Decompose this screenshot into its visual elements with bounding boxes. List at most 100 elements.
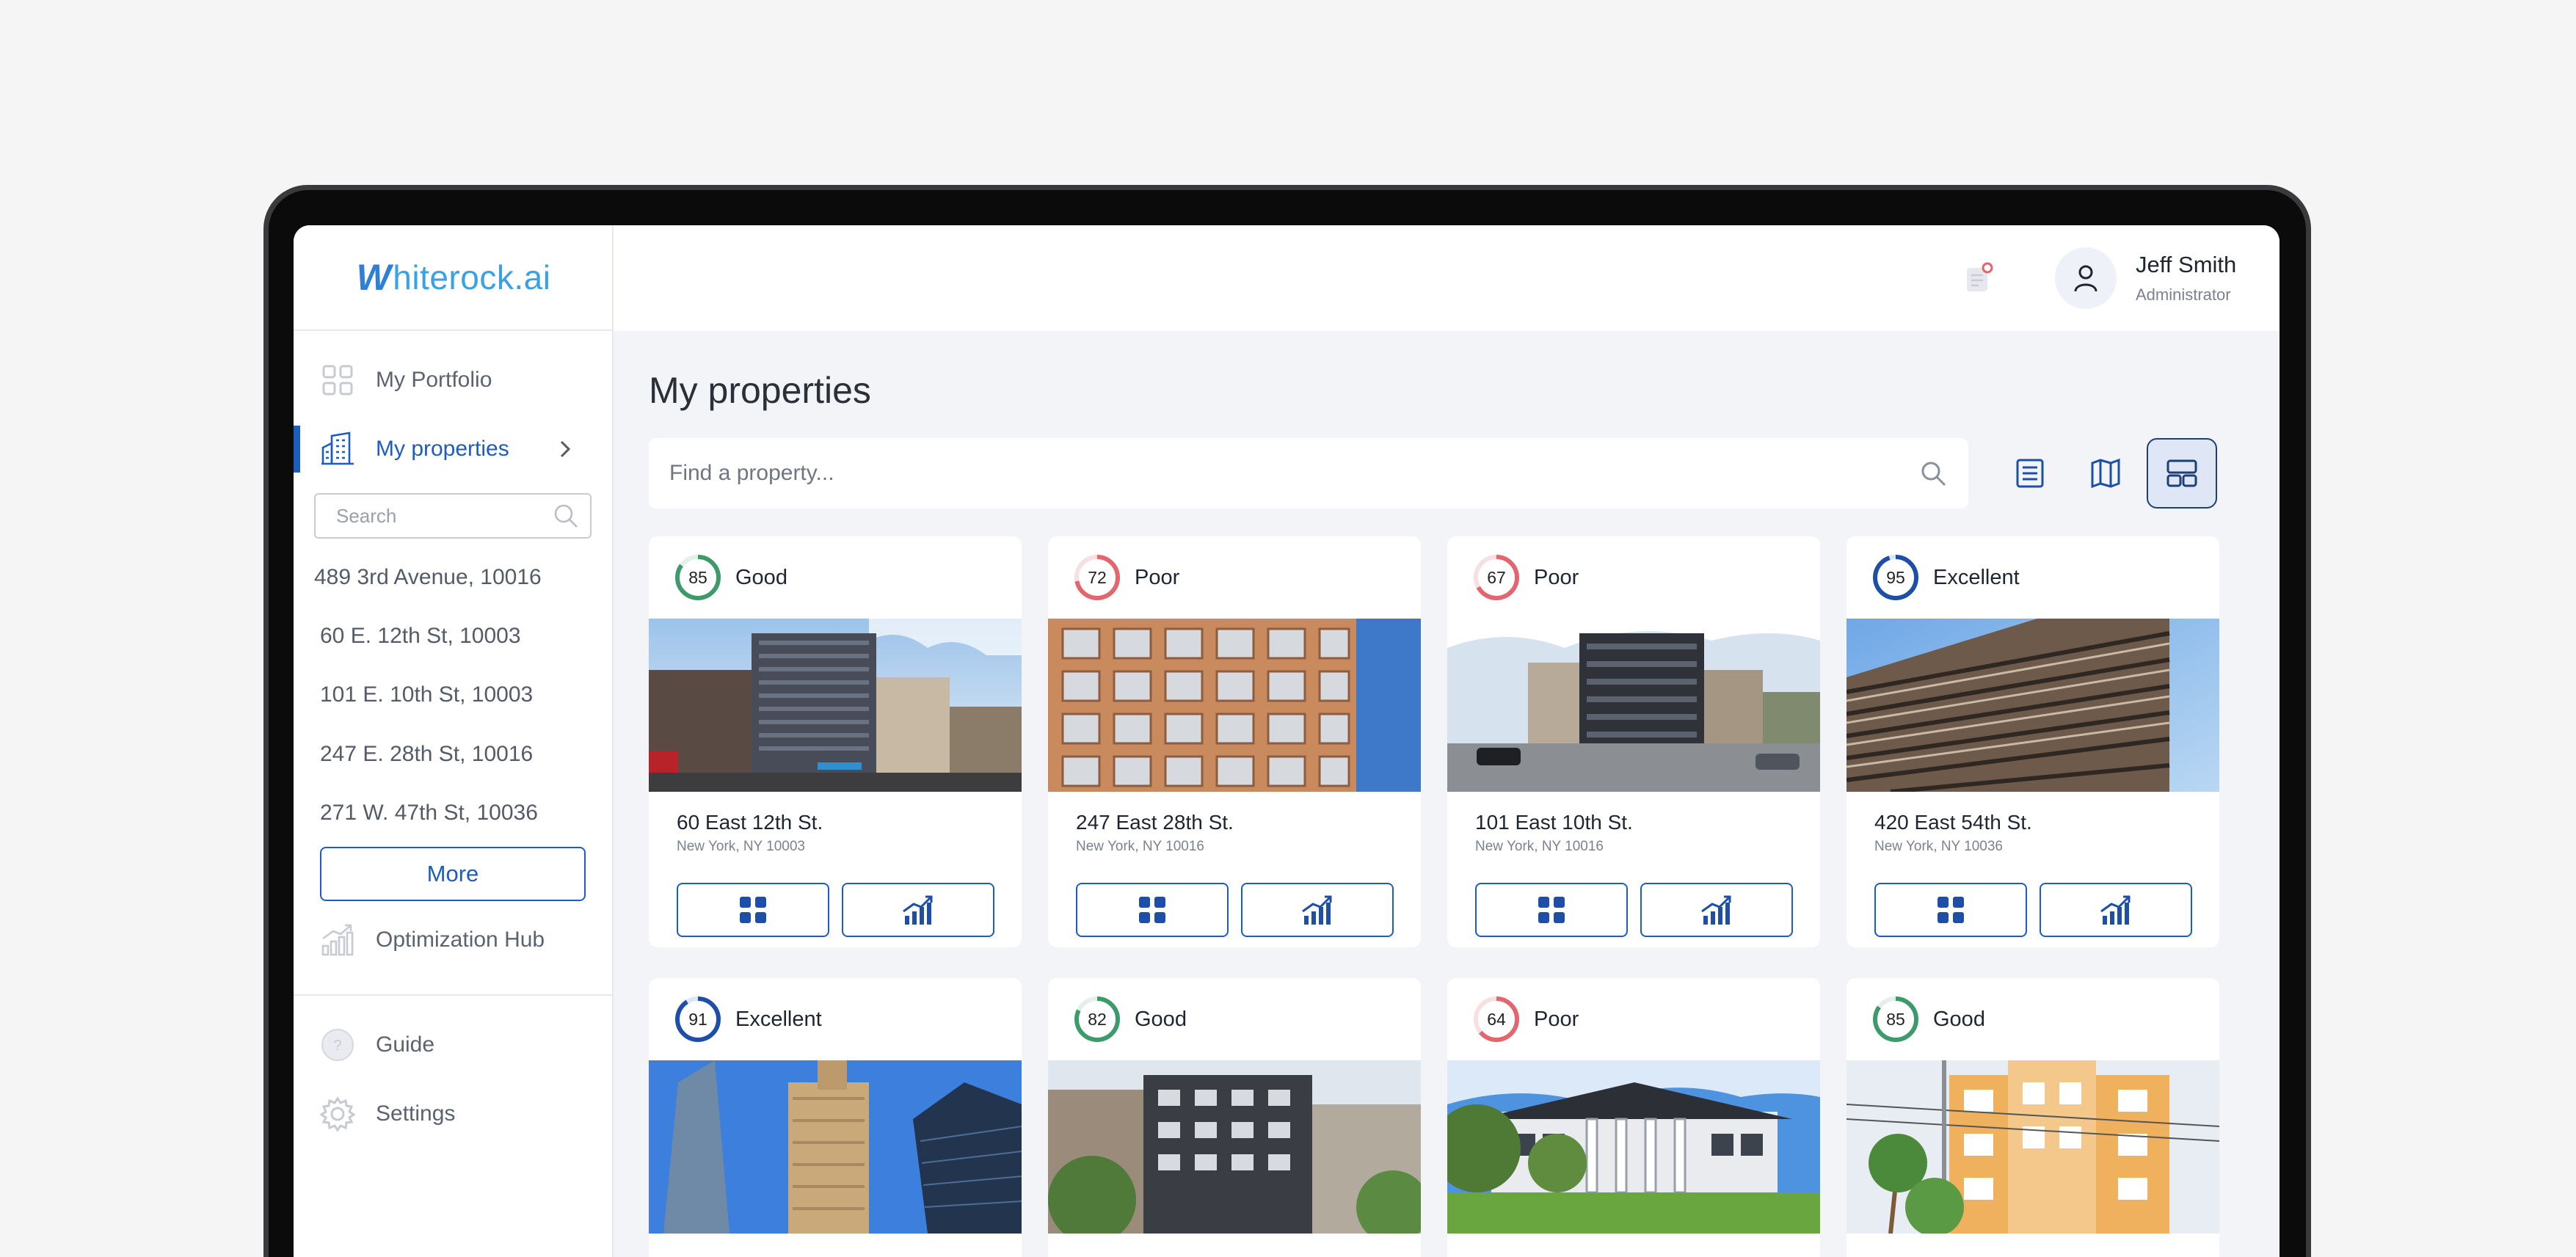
portfolio-button[interactable] [1874, 883, 2027, 937]
rating-label: Good [1135, 1007, 1187, 1031]
grid-icon [1538, 897, 1565, 923]
optimization-button[interactable] [1241, 883, 1394, 937]
score-value: 85 [688, 567, 707, 587]
rating-label: Poor [1135, 565, 1180, 589]
rating-label: Good [1933, 1007, 1985, 1031]
sidebar-item-label: Settings [376, 1101, 456, 1126]
sidebar-item-optimization-hub[interactable]: Optimization Hub [294, 911, 614, 969]
score-gauge: 85 [674, 553, 722, 602]
logo-area: W hiterock.ai [294, 225, 614, 331]
sidebar-search-input[interactable]: Search [314, 493, 592, 539]
property-card[interactable]: 95 Excellent 420 East 54th St. New York,… [1847, 536, 2219, 947]
sidebar-divider [294, 994, 614, 996]
chart-up-icon [2100, 895, 2131, 925]
avatar[interactable] [2055, 247, 2117, 309]
property-photo [1847, 1060, 2219, 1234]
property-address: 420 East 54th St. [1874, 811, 2032, 834]
property-address: 60 East 12th St. [677, 811, 823, 834]
rating-label: Excellent [1933, 565, 2020, 589]
property-city: New York, NY 10016 [1076, 839, 1204, 854]
sidebar-item-settings[interactable]: Settings [294, 1085, 614, 1143]
map-view-button[interactable] [2070, 438, 2141, 509]
property-card[interactable]: 64 Poor [1447, 978, 1820, 1257]
chart-up-icon [1302, 895, 1332, 925]
chart-up-icon [320, 922, 355, 958]
property-search-placeholder: Find a property... [669, 461, 834, 485]
sidebar-item-guide[interactable]: ? Guide [294, 1016, 614, 1074]
property-photo [649, 619, 1022, 792]
logo[interactable]: W hiterock.ai [357, 256, 551, 299]
sidebar-item-label: Guide [376, 1032, 435, 1057]
sidebar-address-item[interactable]: 489 3rd Avenue, 10016 [314, 552, 593, 603]
score-gauge: 85 [1871, 995, 1920, 1043]
sidebar-address-item[interactable]: 271 W. 47th St, 10036 [320, 787, 599, 839]
sidebar-item-my-portfolio[interactable]: My Portfolio [294, 351, 614, 409]
user-name: Jeff Smith [2136, 252, 2237, 277]
help-circle-icon: ? [320, 1027, 355, 1063]
score-gauge: 67 [1472, 553, 1521, 602]
portfolio-button[interactable] [677, 883, 829, 937]
property-photo [1447, 619, 1820, 792]
score-value: 85 [1886, 1009, 1905, 1029]
score-value: 91 [688, 1009, 707, 1029]
property-card[interactable]: 72 Poor 247 East 28th St. New York, NY 1… [1048, 536, 1421, 947]
property-address: 247 East 28th St. [1076, 811, 1234, 834]
score-gauge: 64 [1472, 995, 1521, 1043]
cards-icon [2166, 459, 2197, 487]
rating-label: Poor [1534, 1007, 1579, 1031]
score-gauge: 95 [1871, 553, 1920, 602]
property-card[interactable]: 85 Good [1847, 978, 2219, 1257]
score-header: 91 Excellent [649, 978, 1022, 1060]
grid-icon [320, 362, 355, 398]
card-body: 420 East 54th St. New York, NY 10036 [1847, 792, 2219, 947]
score-header: 64 Poor [1447, 978, 1820, 1060]
score-header: 85 Good [649, 536, 1022, 619]
grid-icon [740, 897, 766, 923]
portfolio-button[interactable] [1475, 883, 1628, 937]
sidebar-address-item[interactable]: 247 E. 28th St, 10016 [320, 729, 599, 780]
notification-icon[interactable] [1964, 262, 1993, 294]
property-card[interactable]: 67 Poor 101 East 10th St. New York, NY 1… [1447, 536, 1820, 947]
property-photo [1847, 619, 2219, 792]
chart-up-icon [1701, 895, 1731, 925]
sidebar-address-item[interactable]: 60 E. 12th St, 10003 [320, 611, 599, 662]
optimization-button[interactable] [842, 883, 994, 937]
search-icon[interactable] [1918, 459, 1948, 488]
building-icon [320, 431, 355, 467]
property-photo [1048, 1060, 1421, 1234]
page-title: My properties [649, 370, 871, 411]
list-view-button[interactable] [1995, 438, 2065, 509]
app-screen: W hiterock.ai My Portfolio My properties… [294, 225, 2280, 1257]
property-photo [1447, 1060, 1820, 1234]
rating-label: Good [735, 565, 787, 589]
optimization-button[interactable] [1640, 883, 1793, 937]
score-value: 95 [1886, 567, 1905, 587]
sidebar-address-item[interactable]: 101 E. 10th St, 10003 [320, 669, 599, 721]
score-value: 64 [1487, 1009, 1506, 1029]
score-header: 82 Good [1048, 978, 1421, 1060]
list-icon [2016, 459, 2044, 488]
card-body: 247 East 28th St. New York, NY 10016 [1048, 792, 1421, 947]
property-card[interactable]: 91 Excellent [649, 978, 1022, 1257]
sidebar-item-label: Optimization Hub [376, 928, 545, 952]
gear-icon [320, 1096, 355, 1132]
score-header: 85 Good [1847, 978, 2219, 1060]
sidebar-item-my-properties[interactable]: My properties [294, 420, 614, 478]
property-card[interactable]: 82 Good [1048, 978, 1421, 1257]
grid-icon [1938, 897, 1964, 923]
score-gauge: 91 [674, 995, 722, 1043]
card-view-button[interactable] [2147, 438, 2217, 509]
logo-mark: W [356, 257, 392, 298]
property-photo [1048, 619, 1421, 792]
optimization-button[interactable] [2040, 883, 2192, 937]
property-city: New York, NY 10036 [1874, 839, 2003, 854]
more-button[interactable]: More [320, 847, 586, 901]
rating-label: Excellent [735, 1007, 822, 1031]
logo-text: hiterock.ai [393, 258, 551, 296]
card-body: 101 East 10th St. New York, NY 10016 [1447, 792, 1820, 947]
chevron-right-icon [560, 440, 571, 458]
property-search-input[interactable]: Find a property... [649, 438, 1968, 509]
portfolio-button[interactable] [1076, 883, 1229, 937]
card-body: 60 East 12th St. New York, NY 10003 [649, 792, 1022, 947]
property-card[interactable]: 85 Good 60 East 12th St. New York, NY 10… [649, 536, 1022, 947]
